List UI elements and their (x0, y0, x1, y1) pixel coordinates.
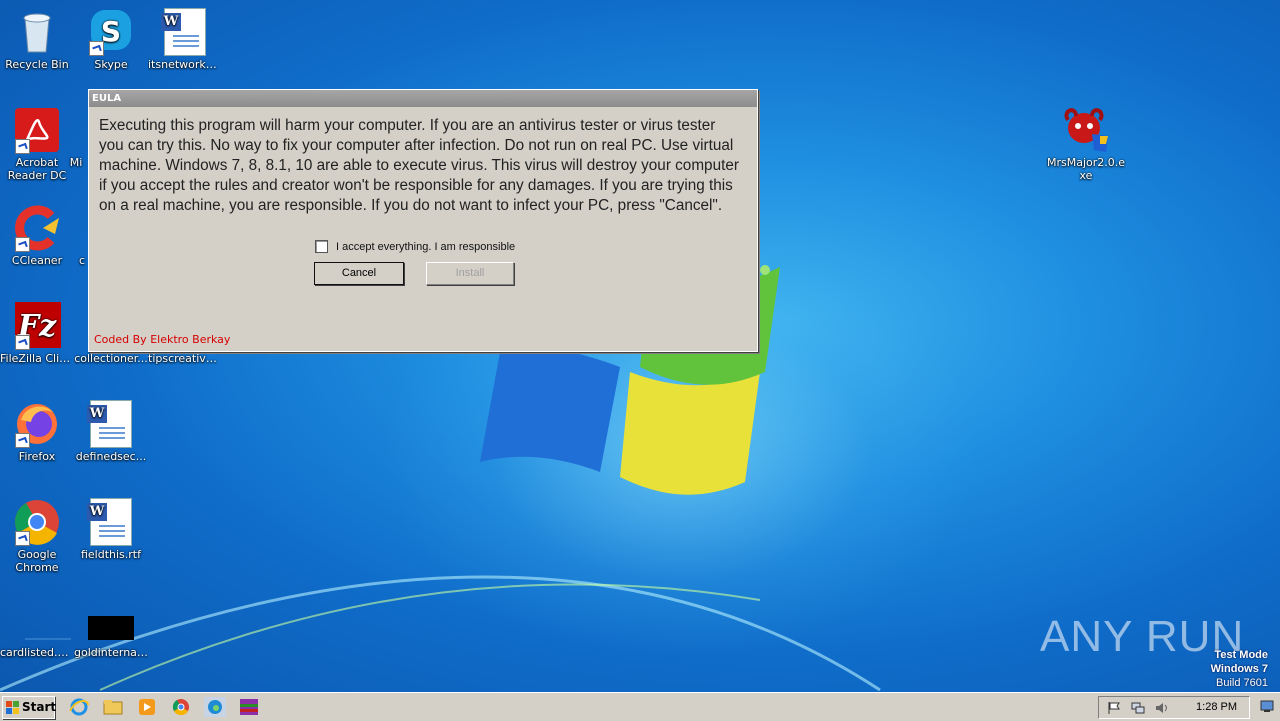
taskbar: Start 1:28 PM (0, 692, 1280, 721)
filezilla-icon: Fz (13, 302, 61, 350)
accept-row: I accept everything. I am responsible (315, 240, 515, 253)
accept-checkbox[interactable] (315, 240, 328, 253)
icon-label: Mi (69, 156, 83, 169)
desktop-icon-filezilla[interactable]: Fz FileZilla Client (0, 302, 74, 365)
cancel-button[interactable]: Cancel (314, 262, 404, 285)
eula-dialog: EULA Executing this program will harm yo… (88, 89, 758, 352)
desktop-icon-recycle-bin[interactable]: Recycle Bin (0, 8, 74, 71)
icon-label: collectioner... (74, 352, 148, 365)
desktop-icon-fieldthis[interactable]: W fieldthis.rtf (74, 498, 148, 561)
volume-icon[interactable] (1155, 702, 1169, 714)
desktop-icon-mrsmajor[interactable]: MrsMajor2.0.exe (1046, 106, 1126, 182)
action-center-flag-icon[interactable] (1107, 702, 1121, 714)
icon-label: Google Chrome (15, 548, 59, 574)
icon-label: Acrobat Reader DC (7, 156, 67, 182)
icon-label: Skype (94, 58, 128, 71)
watermark-line: Test Mode (1214, 649, 1268, 661)
edge-icon[interactable] (204, 697, 226, 717)
ram-skull-icon (1062, 106, 1110, 154)
desktop-icon-acrobat[interactable]: Acrobat Reader DC (0, 106, 74, 182)
watermark-line: Build 7601 (1216, 677, 1268, 689)
desktop-icon-ccleaner[interactable]: CCleaner (0, 204, 74, 267)
clock[interactable]: 1:28 PM (1196, 701, 1237, 713)
dialog-message: Executing this program will harm your co… (99, 117, 739, 214)
chrome-icon (13, 498, 61, 546)
desktop-icon-definedsec[interactable]: W definedsec... (74, 400, 148, 463)
media-player-icon[interactable] (136, 697, 158, 717)
ccleaner-icon (13, 204, 61, 252)
desktop-icon-firefox[interactable]: Firefox (0, 400, 74, 463)
winrar-icon[interactable] (238, 697, 260, 717)
skype-icon: S (87, 8, 135, 56)
icon-label: fieldthis.rtf (80, 548, 141, 561)
dialog-title[interactable]: EULA (89, 90, 757, 107)
icon-label: Firefox (18, 450, 56, 463)
desktop-icon-itsnetworks[interactable]: W itsnetworks.rtf (148, 8, 222, 71)
desktop-icon-collectioner[interactable]: collectioner... (74, 352, 148, 365)
desktop-icon-chrome[interactable]: Google Chrome (0, 498, 74, 574)
word-document-icon: W (87, 498, 135, 546)
icon-label: cardlisted.png (0, 646, 74, 659)
start-label: Start (22, 700, 57, 714)
system-tray: 1:28 PM (1098, 696, 1250, 719)
watermark-line: Windows 7 (1210, 663, 1268, 675)
ie-icon[interactable] (68, 697, 90, 717)
icon-label: itsnetworks.rtf (148, 58, 222, 71)
desktop-icon-skype[interactable]: S Skype (74, 8, 148, 71)
icon-label: definedsec... (75, 450, 147, 463)
acrobat-icon (13, 106, 61, 154)
desktop-icon-partial-mi[interactable]: Mi (66, 156, 86, 169)
word-document-icon: W (87, 400, 135, 448)
install-button[interactable]: Install (426, 262, 514, 285)
accept-checkbox-label[interactable]: I accept everything. I am responsible (336, 241, 515, 253)
firefox-icon (13, 400, 61, 448)
icon-label: goldinternal... (74, 646, 148, 659)
show-desktop-icon[interactable] (1260, 699, 1274, 713)
start-button[interactable]: Start (2, 696, 57, 719)
chrome-icon[interactable] (170, 697, 192, 717)
desktop-icon-partial-c[interactable]: c (76, 254, 88, 267)
network-icon[interactable] (1131, 702, 1145, 714)
explorer-icon[interactable] (102, 697, 124, 717)
icon-label: Recycle Bin (5, 58, 69, 71)
icon-label: MrsMajor2.0.exe (1046, 156, 1126, 182)
image-file-icon (13, 596, 71, 644)
word-document-icon: W (161, 8, 209, 56)
recycle-bin-icon (13, 8, 61, 56)
test-mode-watermark: Test Mode Windows 7 Build 7601 (1211, 648, 1268, 690)
desktop-icon-cardlisted[interactable]: cardlisted.png (0, 596, 74, 659)
icon-label: c (78, 254, 86, 267)
icon-label: tipscreative... (148, 352, 222, 365)
image-file-icon (87, 596, 135, 644)
credit-text: Coded By Elektro Berkay (94, 333, 231, 346)
icon-label: FileZilla Client (0, 352, 74, 365)
desktop-icon-tipscreative[interactable]: tipscreative... (148, 352, 222, 365)
windows-flag-icon (6, 701, 19, 714)
icon-label: CCleaner (11, 254, 63, 267)
desktop-icon-goldinternal[interactable]: goldinternal... (74, 596, 148, 659)
